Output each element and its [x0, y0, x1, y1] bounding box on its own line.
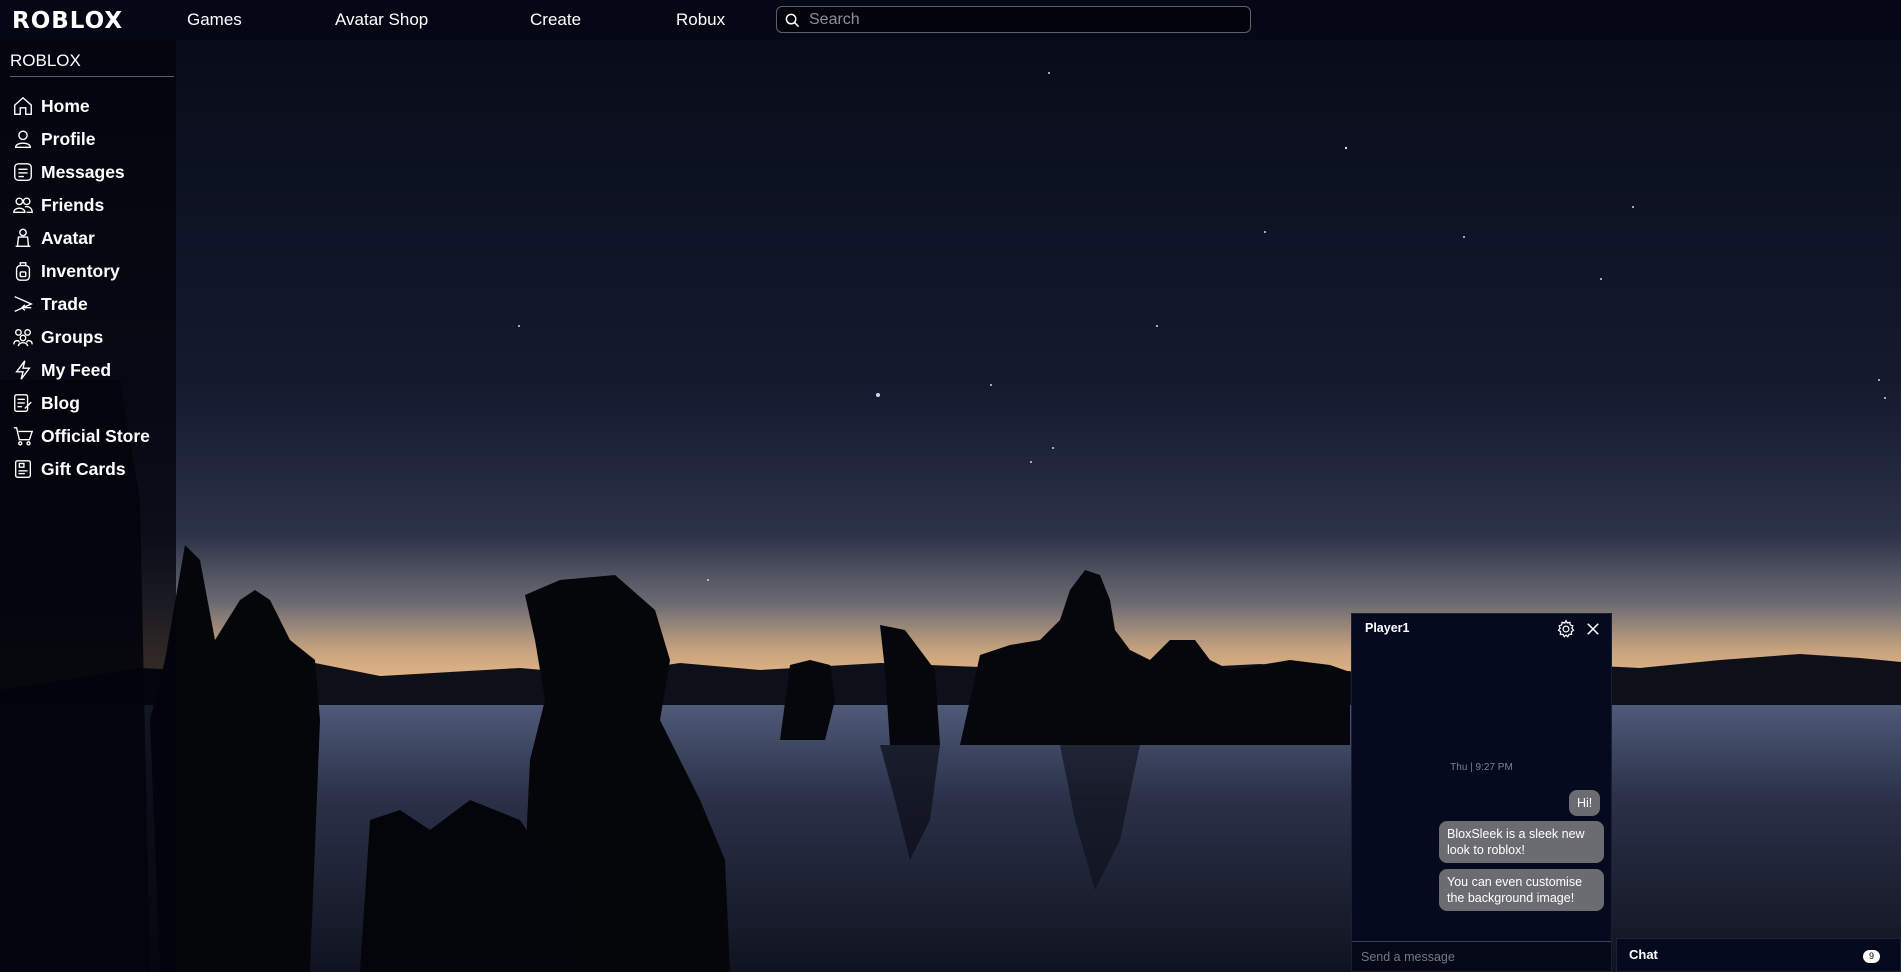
sidebar-item-my-feed[interactable]: My Feed — [10, 356, 174, 384]
profile-icon — [10, 127, 35, 152]
sidebar-item-label: Official Store — [41, 425, 150, 446]
chat-conversation-window: Player1 Thu | 9:27 PM Hi! BloxSleek is a… — [1351, 613, 1612, 972]
sidebar-item-blog[interactable]: Blog — [10, 389, 174, 417]
top-navigation-bar: ROBLOX Games Avatar Shop Create Robux — [0, 0, 1901, 40]
sidebar-divider — [10, 76, 174, 77]
chat-timestamp: Thu | 9:27 PM — [1450, 762, 1513, 773]
sidebar-item-trade[interactable]: Trade — [10, 290, 174, 318]
home-icon — [10, 94, 35, 119]
sidebar-item-official-store[interactable]: Official Store — [10, 422, 174, 450]
nav-link-avatar-shop[interactable]: Avatar Shop — [335, 10, 428, 30]
nav-link-robux[interactable]: Robux — [676, 10, 725, 30]
sidebar-item-label: Groups — [41, 326, 104, 347]
feed-icon — [10, 358, 35, 383]
chat-message-bubble: Hi! — [1569, 790, 1601, 816]
trade-icon — [10, 292, 35, 317]
sidebar-item-label: Friends — [41, 194, 105, 215]
search-box[interactable] — [776, 6, 1251, 33]
avatar-icon — [10, 226, 35, 251]
sidebar-item-label: Inventory — [41, 260, 120, 281]
messages-icon — [10, 160, 35, 185]
chat-message-input[interactable] — [1352, 942, 1611, 971]
chat-dock-bar[interactable]: Chat 9 — [1616, 938, 1901, 972]
friends-icon — [10, 193, 35, 218]
left-sidebar: ROBLOX Home Profile Messages Friends Ava… — [0, 40, 176, 972]
sidebar-item-inventory[interactable]: Inventory — [10, 257, 174, 285]
sidebar-item-label: Profile — [41, 128, 96, 149]
chat-message-bubble: BloxSleek is a sleek new look to roblox! — [1439, 821, 1604, 863]
gear-icon[interactable] — [1556, 619, 1576, 639]
sidebar-item-label: Trade — [41, 293, 88, 314]
sidebar-item-messages[interactable]: Messages — [10, 158, 174, 186]
search-icon — [785, 13, 800, 28]
gift-card-icon — [10, 457, 35, 482]
sidebar-item-label: My Feed — [41, 359, 112, 380]
sidebar-item-friends[interactable]: Friends — [10, 191, 174, 219]
sidebar-item-profile[interactable]: Profile — [10, 125, 174, 153]
sidebar-item-label: Blog — [41, 392, 80, 413]
chat-dock-label: Chat — [1629, 947, 1658, 962]
chat-window-title[interactable]: Player1 — [1365, 621, 1409, 635]
sidebar-brand: ROBLOX — [10, 51, 81, 70]
sidebar-item-gift-cards[interactable]: Gift Cards — [10, 455, 174, 483]
chat-message-input-area — [1352, 941, 1611, 971]
sidebar-item-groups[interactable]: Groups — [10, 323, 174, 351]
sidebar-item-label: Messages — [41, 161, 125, 182]
nav-link-games[interactable]: Games — [187, 10, 242, 30]
unread-count-badge: 9 — [1863, 950, 1880, 963]
sidebar-item-label: Gift Cards — [41, 458, 126, 479]
roblox-logo[interactable]: ROBLOX — [12, 8, 123, 34]
nav-link-create[interactable]: Create — [530, 10, 581, 30]
sidebar-item-home[interactable]: Home — [10, 92, 174, 120]
chat-message-bubble: You can even customise the background im… — [1439, 869, 1604, 911]
store-cart-icon — [10, 424, 35, 449]
close-icon[interactable] — [1584, 620, 1602, 638]
background-landscape — [0, 0, 1901, 972]
chat-window-header: Player1 — [1352, 614, 1611, 644]
sidebar-item-label: Avatar — [41, 227, 95, 248]
groups-icon — [10, 325, 35, 350]
sidebar-item-label: Home — [41, 95, 90, 116]
blog-icon — [10, 391, 35, 416]
inventory-icon — [10, 259, 35, 284]
sidebar-item-avatar[interactable]: Avatar — [10, 224, 174, 252]
search-input[interactable] — [809, 9, 1239, 30]
